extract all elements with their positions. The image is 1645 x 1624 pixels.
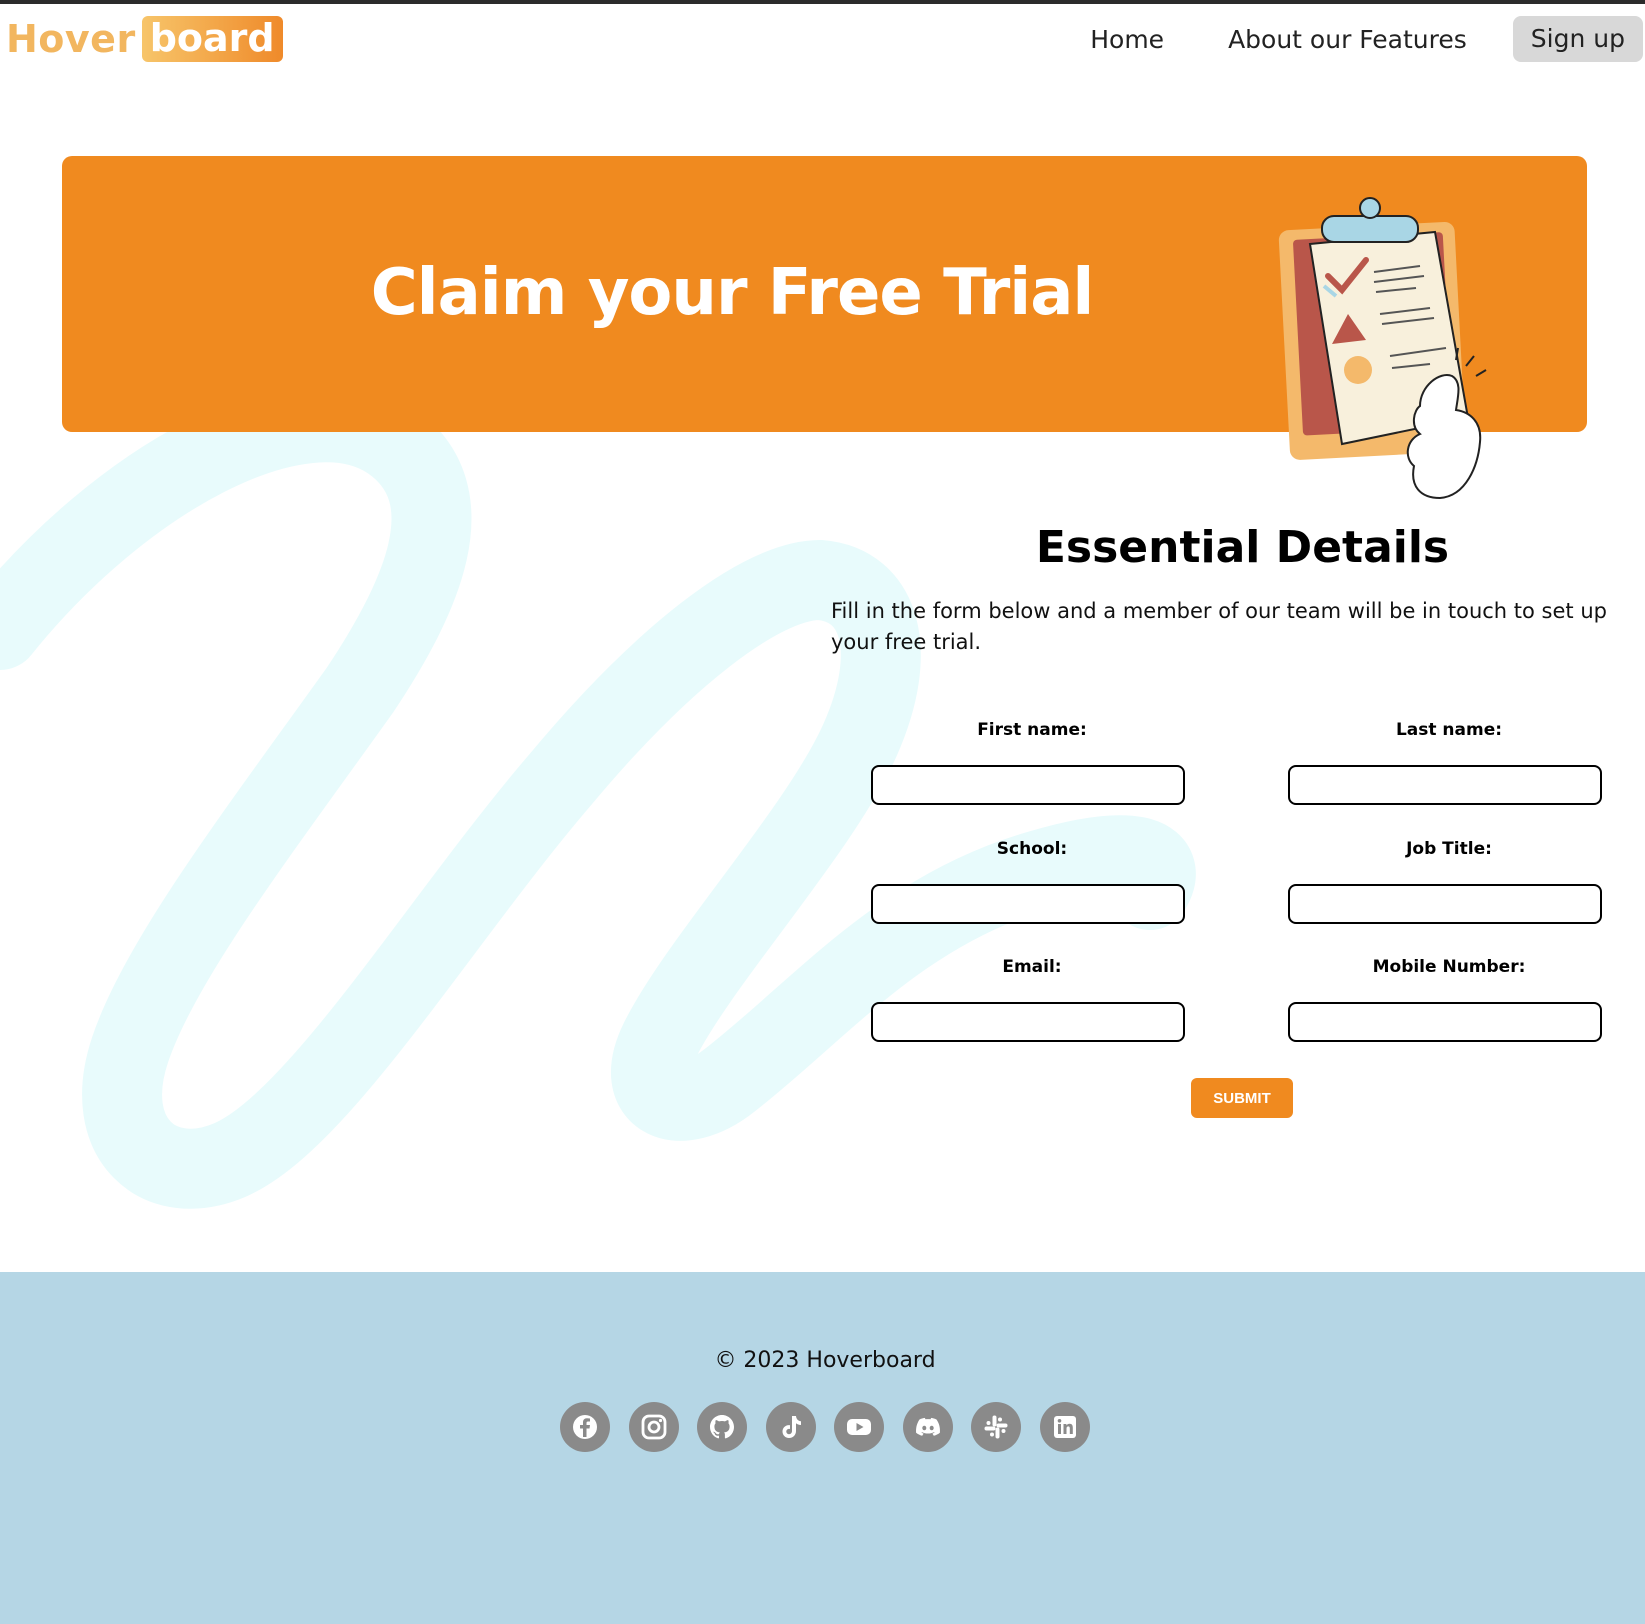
main-nav: Home About our Features Sign up bbox=[1044, 16, 1645, 62]
email-input[interactable] bbox=[871, 1002, 1185, 1042]
first-name-input[interactable] bbox=[871, 765, 1185, 805]
job-title-label: Job Title: bbox=[1406, 839, 1492, 859]
nav-signup-button[interactable]: Sign up bbox=[1512, 16, 1643, 62]
logo-text-board: board bbox=[141, 16, 283, 62]
site-footer: © 2023 Hoverboard bbox=[0, 1272, 1645, 1624]
logo-text-hover: Hover bbox=[6, 17, 136, 61]
school-input[interactable] bbox=[871, 884, 1185, 924]
job-title-input[interactable] bbox=[1288, 884, 1602, 924]
details-heading: Essential Details bbox=[1035, 522, 1450, 573]
instagram-icon[interactable] bbox=[628, 1402, 679, 1452]
linkedin-icon[interactable] bbox=[1039, 1402, 1090, 1452]
github-icon[interactable] bbox=[697, 1402, 747, 1452]
social-links bbox=[560, 1402, 1108, 1452]
hero-title: Claim your Free Trial bbox=[370, 256, 1095, 330]
slack-icon[interactable] bbox=[971, 1402, 1021, 1452]
mobile-number-label: Mobile Number: bbox=[1372, 957, 1526, 977]
facebook-icon[interactable] bbox=[560, 1402, 610, 1452]
top-border bbox=[0, 0, 1645, 4]
school-label: School: bbox=[996, 839, 1068, 859]
discord-icon[interactable] bbox=[902, 1402, 953, 1452]
clipboard-thumbs-up-illustration bbox=[1278, 197, 1487, 500]
first-name-label: First name: bbox=[977, 720, 1087, 740]
email-label: Email: bbox=[1002, 957, 1062, 977]
tiktok-icon[interactable] bbox=[765, 1402, 816, 1452]
last-name-input[interactable] bbox=[1288, 765, 1602, 805]
hoverboard-logo[interactable]: Hover board bbox=[6, 14, 283, 64]
submit-button[interactable]: SUBMIT bbox=[1191, 1078, 1293, 1118]
copyright-text: © 2023 Hoverboard bbox=[714, 1348, 936, 1373]
details-description: Fill in the form below and a member of o… bbox=[831, 599, 1607, 654]
nav-features-link[interactable]: About our Features bbox=[1210, 19, 1485, 60]
youtube-icon[interactable] bbox=[834, 1402, 884, 1452]
mobile-number-input[interactable] bbox=[1288, 1002, 1602, 1042]
nav-home-link[interactable]: Home bbox=[1072, 19, 1182, 60]
last-name-label: Last name: bbox=[1395, 720, 1503, 740]
